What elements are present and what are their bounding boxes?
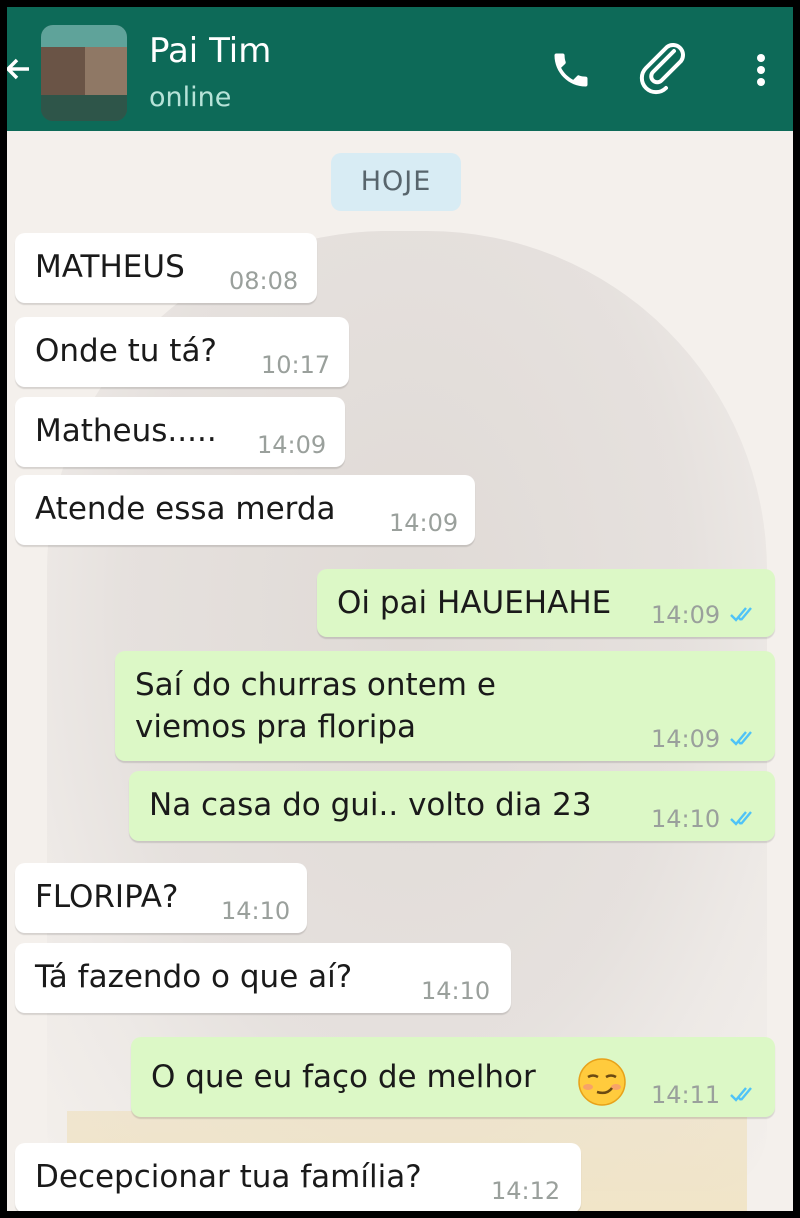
message-time: 14:09	[651, 725, 721, 753]
paperclip-icon[interactable]	[635, 43, 695, 95]
date-divider: HOJE	[331, 153, 461, 211]
read-receipt-icon	[730, 811, 752, 826]
message-bubble[interactable]: MATHEUS 08:08	[15, 233, 317, 303]
read-receipt-icon	[730, 1087, 752, 1102]
message-time: 08:08	[229, 267, 299, 295]
message-time: 14:11	[651, 1081, 721, 1109]
chat-area[interactable]: HOJE MATHEUS 08:08 Onde tu tá? 10:17 Mat…	[7, 131, 793, 1211]
message-text: Onde tu tá?	[35, 333, 217, 369]
message-bubble[interactable]: FLORIPA? 14:10	[15, 863, 307, 933]
message-text: Oi pai HAUEHAHE	[337, 585, 612, 621]
message-text: Decepcionar tua família?	[35, 1159, 422, 1195]
message-text: Matheus.....	[35, 413, 217, 449]
message-text: Atende essa merda	[35, 491, 336, 527]
message-text: Tá fazendo o que aí?	[35, 959, 353, 995]
contact-avatar[interactable]	[41, 25, 127, 121]
more-vertical-icon[interactable]	[749, 47, 773, 93]
message-time: 14:10	[221, 897, 291, 925]
message-text-line-1: Saí do churras ontem e	[135, 667, 496, 703]
message-text: FLORIPA?	[35, 879, 179, 915]
message-bubble[interactable]: Oi pai HAUEHAHE 14:09	[317, 569, 775, 637]
smirk-emoji-icon	[577, 1057, 627, 1107]
message-bubble[interactable]: Onde tu tá? 10:17	[15, 317, 349, 387]
message-text: O que eu faço de melhor	[151, 1059, 536, 1095]
message-bubble[interactable]: Matheus..... 14:09	[15, 397, 345, 467]
message-bubble[interactable]: Decepcionar tua família? 14:12	[15, 1143, 581, 1211]
message-time: 10:17	[261, 351, 331, 379]
contact-name[interactable]: Pai Tim	[149, 29, 271, 73]
message-bubble[interactable]: Saí do churras ontem e viemos pra florip…	[115, 651, 775, 761]
message-text: Na casa do gui.. volto dia 23	[149, 787, 592, 823]
contact-status: online	[149, 82, 232, 113]
message-text: MATHEUS	[35, 249, 185, 285]
message-bubble[interactable]: O que eu faço de melhor 14:11	[131, 1037, 775, 1117]
message-text-line-2: viemos pra floripa	[135, 709, 416, 745]
read-receipt-icon	[730, 731, 752, 746]
phone-screen: Pai Tim online HOJE MATHEUS 08:08 Onde t…	[7, 7, 793, 1211]
phone-icon[interactable]	[547, 47, 595, 93]
message-time: 14:09	[651, 601, 721, 629]
message-time: 14:09	[389, 509, 459, 537]
back-arrow-icon[interactable]	[7, 51, 33, 87]
message-bubble[interactable]: Tá fazendo o que aí? 14:10	[15, 943, 511, 1013]
message-time: 14:10	[421, 977, 491, 1005]
message-time: 14:09	[257, 431, 327, 459]
chat-header: Pai Tim online	[7, 7, 793, 131]
message-bubble[interactable]: Atende essa merda 14:09	[15, 475, 475, 545]
message-time: 14:10	[651, 805, 721, 833]
message-time: 14:12	[491, 1177, 561, 1205]
message-bubble[interactable]: Na casa do gui.. volto dia 23 14:10	[129, 771, 775, 841]
read-receipt-icon	[730, 607, 752, 622]
